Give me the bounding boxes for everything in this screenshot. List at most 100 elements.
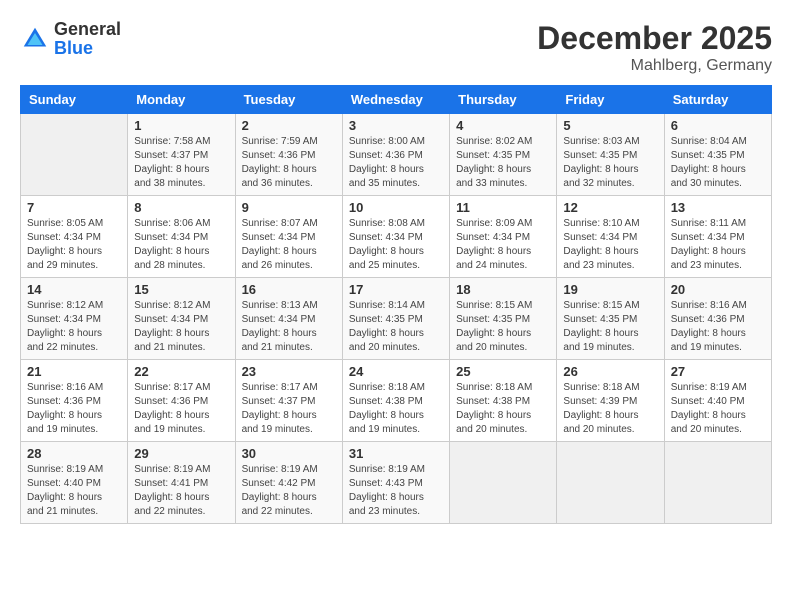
calendar-cell: 14 Sunrise: 8:12 AM Sunset: 4:34 PM Dayli… <box>21 278 128 360</box>
calendar-cell: 18 Sunrise: 8:15 AM Sunset: 4:35 PM Dayli… <box>450 278 557 360</box>
calendar-cell: 28 Sunrise: 8:19 AM Sunset: 4:40 PM Dayli… <box>21 442 128 524</box>
calendar-cell: 12 Sunrise: 8:10 AM Sunset: 4:34 PM Dayli… <box>557 196 664 278</box>
day-number: 21 <box>27 364 121 379</box>
day-number: 27 <box>671 364 765 379</box>
day-number: 6 <box>671 118 765 133</box>
calendar-cell: 27Sunrise: 8:19 AM Sunset: 4:40 PM Dayli… <box>664 360 771 442</box>
logo-icon <box>20 24 50 54</box>
day-number: 20 <box>671 282 765 297</box>
day-number: 18 <box>456 282 550 297</box>
day-info: Sunrise: 8:10 AM Sunset: 4:34 PM Dayligh… <box>563 217 657 273</box>
day-info: Sunrise: 8:15 AM Sunset: 4:35 PM Dayligh… <box>456 299 550 355</box>
day-number: 24 <box>349 364 443 379</box>
calendar-cell: 29Sunrise: 8:19 AM Sunset: 4:41 PM Dayli… <box>128 442 235 524</box>
day-number: 12 <box>563 200 657 215</box>
logo: General Blue <box>20 20 121 58</box>
day-info: Sunrise: 8:17 AM Sunset: 4:37 PM Dayligh… <box>242 381 336 437</box>
day-number: 8 <box>134 200 228 215</box>
calendar-cell: 10 Sunrise: 8:08 AM Sunset: 4:34 PM Dayli… <box>342 196 449 278</box>
calendar-cell: 5Sunrise: 8:03 AM Sunset: 4:35 PM Daylig… <box>557 114 664 196</box>
day-number: 3 <box>349 118 443 133</box>
day-info: Sunrise: 8:19 AM Sunset: 4:40 PM Dayligh… <box>27 463 121 519</box>
calendar-cell: 2 Sunrise: 7:59 AM Sunset: 4:36 PM Daylig… <box>235 114 342 196</box>
calendar-cell: 8 Sunrise: 8:06 AM Sunset: 4:34 PM Daylig… <box>128 196 235 278</box>
logo-text-general: General <box>54 19 121 39</box>
day-info: Sunrise: 8:19 AM Sunset: 4:43 PM Dayligh… <box>349 463 443 519</box>
calendar-cell: 11Sunrise: 8:09 AM Sunset: 4:34 PM Dayli… <box>450 196 557 278</box>
day-info: Sunrise: 8:18 AM Sunset: 4:39 PM Dayligh… <box>563 381 657 437</box>
calendar-cell <box>664 442 771 524</box>
day-info: Sunrise: 7:59 AM Sunset: 4:36 PM Dayligh… <box>242 135 336 191</box>
day-number: 28 <box>27 446 121 461</box>
day-number: 22 <box>134 364 228 379</box>
day-header-tuesday: Tuesday <box>235 86 342 114</box>
calendar-cell: 15Sunrise: 8:12 AM Sunset: 4:34 PM Dayli… <box>128 278 235 360</box>
calendar-cell: 19Sunrise: 8:15 AM Sunset: 4:35 PM Dayli… <box>557 278 664 360</box>
day-info: Sunrise: 8:03 AM Sunset: 4:35 PM Dayligh… <box>563 135 657 191</box>
day-number: 2 <box>242 118 336 133</box>
calendar-cell: 23 Sunrise: 8:17 AM Sunset: 4:37 PM Dayli… <box>235 360 342 442</box>
calendar-cell: 7Sunrise: 8:05 AM Sunset: 4:34 PM Daylig… <box>21 196 128 278</box>
title-block: December 2025 Mahlberg, Germany <box>537 20 772 75</box>
calendar-table: SundayMondayTuesdayWednesdayThursdayFrid… <box>20 85 772 524</box>
calendar-cell: 30 Sunrise: 8:19 AM Sunset: 4:42 PM Dayli… <box>235 442 342 524</box>
day-number: 17 <box>349 282 443 297</box>
day-number: 26 <box>563 364 657 379</box>
day-header-saturday: Saturday <box>664 86 771 114</box>
calendar-week-row: 7Sunrise: 8:05 AM Sunset: 4:34 PM Daylig… <box>21 196 772 278</box>
calendar-header-row: SundayMondayTuesdayWednesdayThursdayFrid… <box>21 86 772 114</box>
day-info: Sunrise: 8:18 AM Sunset: 4:38 PM Dayligh… <box>349 381 443 437</box>
calendar-cell: 24 Sunrise: 8:18 AM Sunset: 4:38 PM Dayli… <box>342 360 449 442</box>
day-number: 1 <box>134 118 228 133</box>
day-header-friday: Friday <box>557 86 664 114</box>
day-info: Sunrise: 8:00 AM Sunset: 4:36 PM Dayligh… <box>349 135 443 191</box>
day-number: 14 <box>27 282 121 297</box>
day-info: Sunrise: 8:06 AM Sunset: 4:34 PM Dayligh… <box>134 217 228 273</box>
page-subtitle: Mahlberg, Germany <box>537 57 772 75</box>
calendar-week-row: 21 Sunrise: 8:16 AM Sunset: 4:36 PM Dayli… <box>21 360 772 442</box>
day-info: Sunrise: 8:18 AM Sunset: 4:38 PM Dayligh… <box>456 381 550 437</box>
day-header-thursday: Thursday <box>450 86 557 114</box>
day-info: Sunrise: 8:12 AM Sunset: 4:34 PM Dayligh… <box>134 299 228 355</box>
day-info: Sunrise: 8:13 AM Sunset: 4:34 PM Dayligh… <box>242 299 336 355</box>
day-number: 25 <box>456 364 550 379</box>
day-number: 13 <box>671 200 765 215</box>
day-number: 4 <box>456 118 550 133</box>
day-info: Sunrise: 8:17 AM Sunset: 4:36 PM Dayligh… <box>134 381 228 437</box>
day-number: 23 <box>242 364 336 379</box>
calendar-cell: 25 Sunrise: 8:18 AM Sunset: 4:38 PM Dayli… <box>450 360 557 442</box>
calendar-cell: 9Sunrise: 8:07 AM Sunset: 4:34 PM Daylig… <box>235 196 342 278</box>
calendar-cell: 3 Sunrise: 8:00 AM Sunset: 4:36 PM Daylig… <box>342 114 449 196</box>
day-number: 9 <box>242 200 336 215</box>
calendar-cell: 13 Sunrise: 8:11 AM Sunset: 4:34 PM Dayli… <box>664 196 771 278</box>
day-number: 10 <box>349 200 443 215</box>
calendar-cell: 31 Sunrise: 8:19 AM Sunset: 4:43 PM Dayli… <box>342 442 449 524</box>
day-header-wednesday: Wednesday <box>342 86 449 114</box>
day-info: Sunrise: 8:02 AM Sunset: 4:35 PM Dayligh… <box>456 135 550 191</box>
page-title: December 2025 <box>537 20 772 57</box>
day-info: Sunrise: 7:58 AM Sunset: 4:37 PM Dayligh… <box>134 135 228 191</box>
day-info: Sunrise: 8:08 AM Sunset: 4:34 PM Dayligh… <box>349 217 443 273</box>
day-info: Sunrise: 8:16 AM Sunset: 4:36 PM Dayligh… <box>671 299 765 355</box>
day-info: Sunrise: 8:19 AM Sunset: 4:41 PM Dayligh… <box>134 463 228 519</box>
day-info: Sunrise: 8:19 AM Sunset: 4:42 PM Dayligh… <box>242 463 336 519</box>
calendar-cell: 26 Sunrise: 8:18 AM Sunset: 4:39 PM Dayli… <box>557 360 664 442</box>
calendar-week-row: 28 Sunrise: 8:19 AM Sunset: 4:40 PM Dayli… <box>21 442 772 524</box>
day-header-monday: Monday <box>128 86 235 114</box>
day-info: Sunrise: 8:16 AM Sunset: 4:36 PM Dayligh… <box>27 381 121 437</box>
day-number: 30 <box>242 446 336 461</box>
day-number: 31 <box>349 446 443 461</box>
calendar-cell <box>450 442 557 524</box>
calendar-cell: 20 Sunrise: 8:16 AM Sunset: 4:36 PM Dayli… <box>664 278 771 360</box>
day-info: Sunrise: 8:11 AM Sunset: 4:34 PM Dayligh… <box>671 217 765 273</box>
calendar-week-row: 1 Sunrise: 7:58 AM Sunset: 4:37 PM Daylig… <box>21 114 772 196</box>
day-number: 11 <box>456 200 550 215</box>
calendar-cell: 22 Sunrise: 8:17 AM Sunset: 4:36 PM Dayli… <box>128 360 235 442</box>
day-number: 7 <box>27 200 121 215</box>
calendar-cell <box>21 114 128 196</box>
day-info: Sunrise: 8:14 AM Sunset: 4:35 PM Dayligh… <box>349 299 443 355</box>
calendar-cell: 4 Sunrise: 8:02 AM Sunset: 4:35 PM Daylig… <box>450 114 557 196</box>
calendar-cell: 21 Sunrise: 8:16 AM Sunset: 4:36 PM Dayli… <box>21 360 128 442</box>
day-info: Sunrise: 8:12 AM Sunset: 4:34 PM Dayligh… <box>27 299 121 355</box>
day-info: Sunrise: 8:04 AM Sunset: 4:35 PM Dayligh… <box>671 135 765 191</box>
